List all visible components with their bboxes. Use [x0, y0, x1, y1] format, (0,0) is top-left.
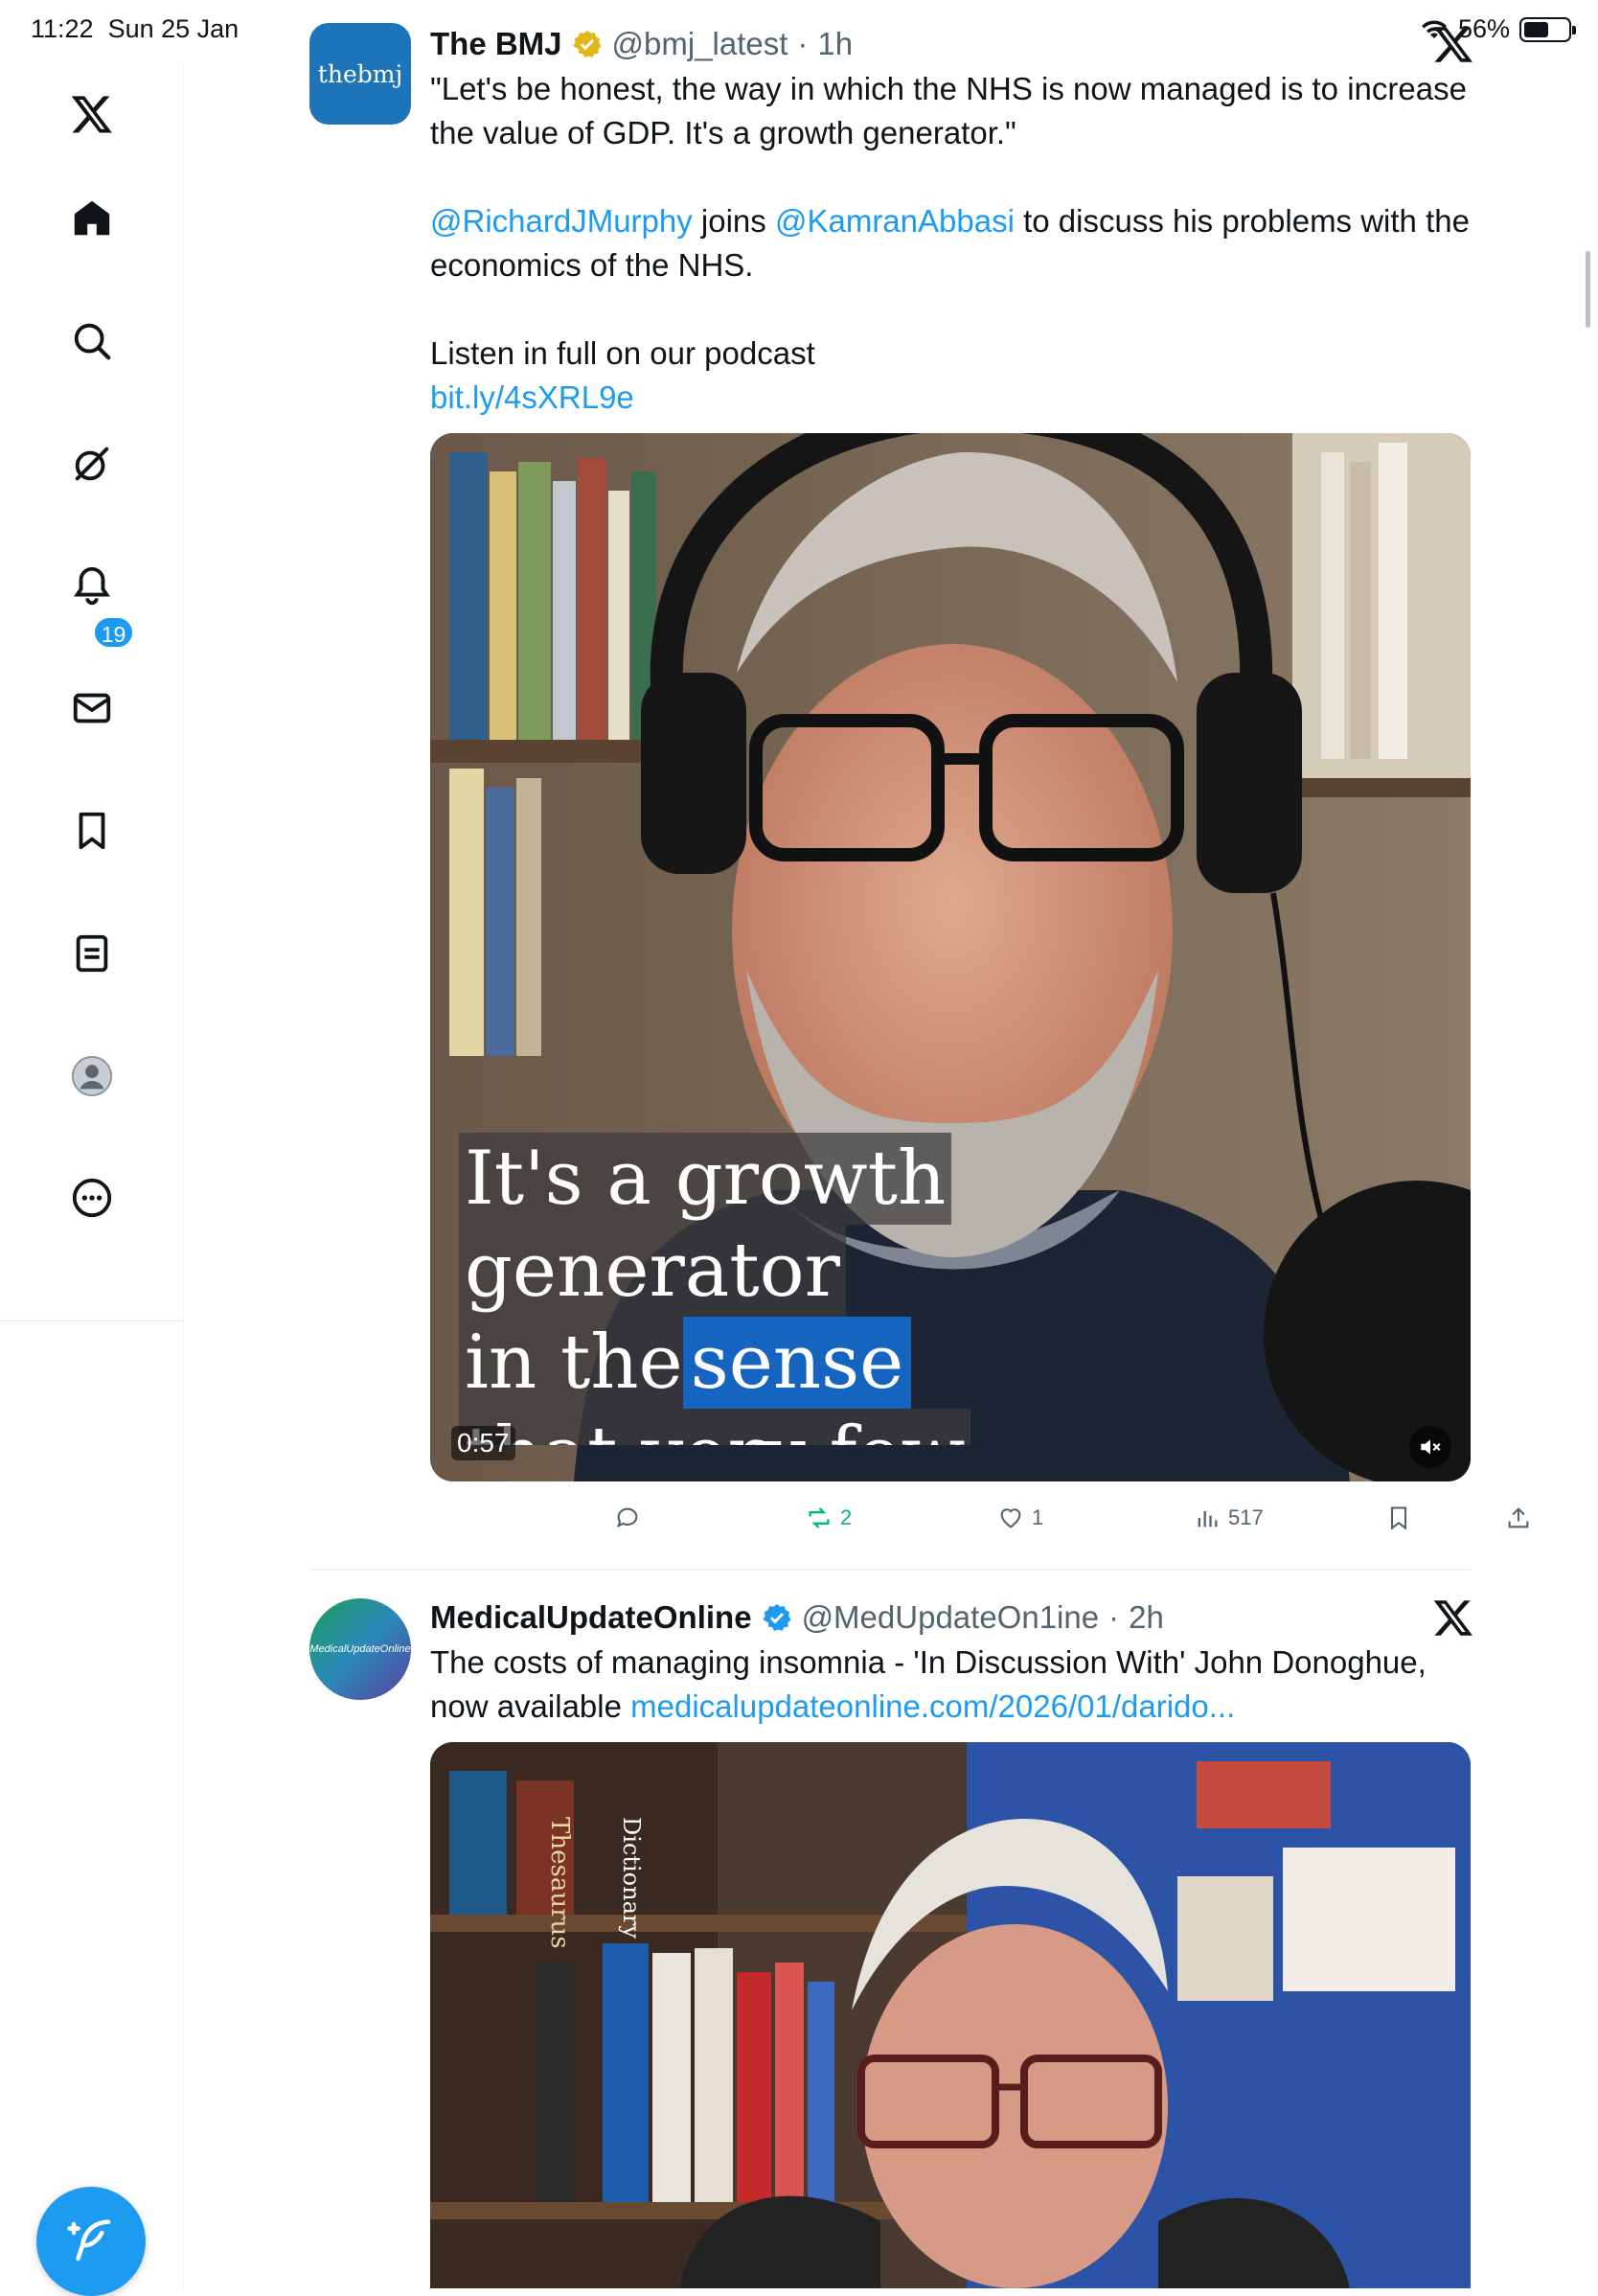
messages-icon[interactable]	[60, 677, 124, 740]
tweet-text-joins: joins	[692, 203, 775, 239]
compose-post-button[interactable]	[36, 2187, 146, 2296]
tweet-text: "Let's be honest, the way in which the N…	[430, 67, 1474, 420]
caption-line: in the	[459, 1317, 683, 1409]
bookmark-icon	[1390, 1506, 1407, 1530]
bookmarks-icon[interactable]	[60, 799, 124, 862]
avatar-logo-text: MedicalUpdateOnline	[309, 1643, 411, 1655]
x-logo-icon[interactable]	[1432, 1596, 1474, 1639]
avatar[interactable]: thebmj	[309, 23, 411, 125]
podcast-link[interactable]: bit.ly/4sXRL9e	[430, 379, 634, 415]
caption-highlight: sense	[682, 1317, 912, 1409]
separator-dot: ·	[1108, 1599, 1120, 1635]
more-icon[interactable]	[60, 1166, 124, 1229]
profile-avatar-icon[interactable]	[60, 1045, 124, 1108]
tweet-header: MedicalUpdateOnline @MedUpdateOn1ine · 2…	[430, 1596, 1474, 1639]
timestamp[interactable]: 2h	[1129, 1599, 1164, 1636]
mute-button[interactable]	[1409, 1426, 1451, 1468]
handle[interactable]: @MedUpdateOn1ine	[802, 1599, 1100, 1636]
reply-icon	[616, 1507, 638, 1528]
video-caption: It's a growth generator in the sense tha…	[459, 1133, 971, 1445]
reply-button[interactable]	[614, 1504, 649, 1531]
mute-icon	[1421, 1439, 1441, 1455]
timestamp[interactable]: 1h	[817, 26, 853, 62]
view-count: 517	[1228, 1505, 1264, 1529]
lists-icon[interactable]	[60, 922, 124, 985]
display-name[interactable]: The BMJ	[430, 26, 562, 62]
share-button[interactable]	[1505, 1504, 1532, 1531]
separator-dot: ·	[797, 26, 809, 61]
tweet-header: The BMJ @bmj_latest · 1h	[430, 23, 1474, 65]
views-button[interactable]: 517	[1194, 1504, 1264, 1531]
display-name[interactable]: MedicalUpdateOnline	[430, 1599, 752, 1636]
video-duration: 0:57	[451, 1426, 515, 1460]
verified-blue-icon	[762, 1604, 791, 1631]
notifications-icon[interactable]	[60, 554, 124, 617]
mention-link[interactable]: @KamranAbbasi	[775, 203, 1015, 239]
handle[interactable]: @bmj_latest	[612, 26, 788, 62]
like-count: 1	[1032, 1505, 1044, 1529]
x-logo-icon[interactable]	[1432, 23, 1474, 65]
book-spine: Dictionary	[606, 1813, 651, 1986]
timeline-feed: thebmj The BMJ @bmj_latest · 1h "Let's b…	[185, 0, 1598, 2288]
caption-line: that very few	[459, 1409, 971, 1445]
notification-badge: 19	[93, 616, 134, 649]
caption-line: generator	[459, 1225, 846, 1317]
listen-text: Listen in full on our podcast	[430, 335, 815, 371]
like-button[interactable]: 1	[997, 1504, 1043, 1531]
book-title: Thesaurus	[545, 1817, 574, 1949]
share-icon	[1508, 1507, 1529, 1528]
avatar-logo-text: thebmj	[317, 59, 403, 88]
tweet-video[interactable]: Thesaurus Dictionary	[430, 1742, 1471, 2288]
repost-count: 2	[840, 1505, 853, 1529]
article-link[interactable]: medicalupdateonline.com/2026/01/darido..…	[630, 1688, 1235, 1724]
book-spine: Thesaurus	[537, 1813, 576, 1976]
compose-post-icon	[67, 2219, 111, 2262]
tweet-divider	[309, 1569, 1472, 1571]
tweet-actions: 2 1 517	[614, 1504, 1534, 1543]
grok-icon[interactable]	[60, 432, 124, 495]
home-icon[interactable]	[60, 187, 124, 250]
tweet-quote: "Let's be honest, the way in which the N…	[430, 71, 1467, 150]
video-frame	[430, 1742, 1471, 2288]
sidebar-divider	[0, 1320, 184, 1321]
x-logo-icon[interactable]	[60, 82, 124, 146]
caption-line: It's a growth	[459, 1133, 952, 1225]
heart-icon	[1000, 1508, 1021, 1528]
verified-gold-icon	[572, 31, 602, 57]
search-icon[interactable]	[60, 310, 124, 373]
repost-button[interactable]: 2	[806, 1504, 852, 1531]
mention-link[interactable]: @RichardJMurphy	[430, 203, 693, 239]
tweet-video[interactable]: It's a growth generator in the sense tha…	[430, 433, 1471, 1481]
views-icon	[1198, 1511, 1218, 1527]
bookmark-button[interactable]	[1385, 1504, 1412, 1531]
sidebar: 19	[0, 61, 184, 2296]
book-title: Dictionary	[618, 1817, 645, 1939]
repost-icon	[809, 1507, 830, 1528]
avatar[interactable]: MedicalUpdateOnline	[309, 1598, 411, 1700]
tweet-text: The costs of managing insomnia - 'In Dis…	[430, 1641, 1474, 1729]
